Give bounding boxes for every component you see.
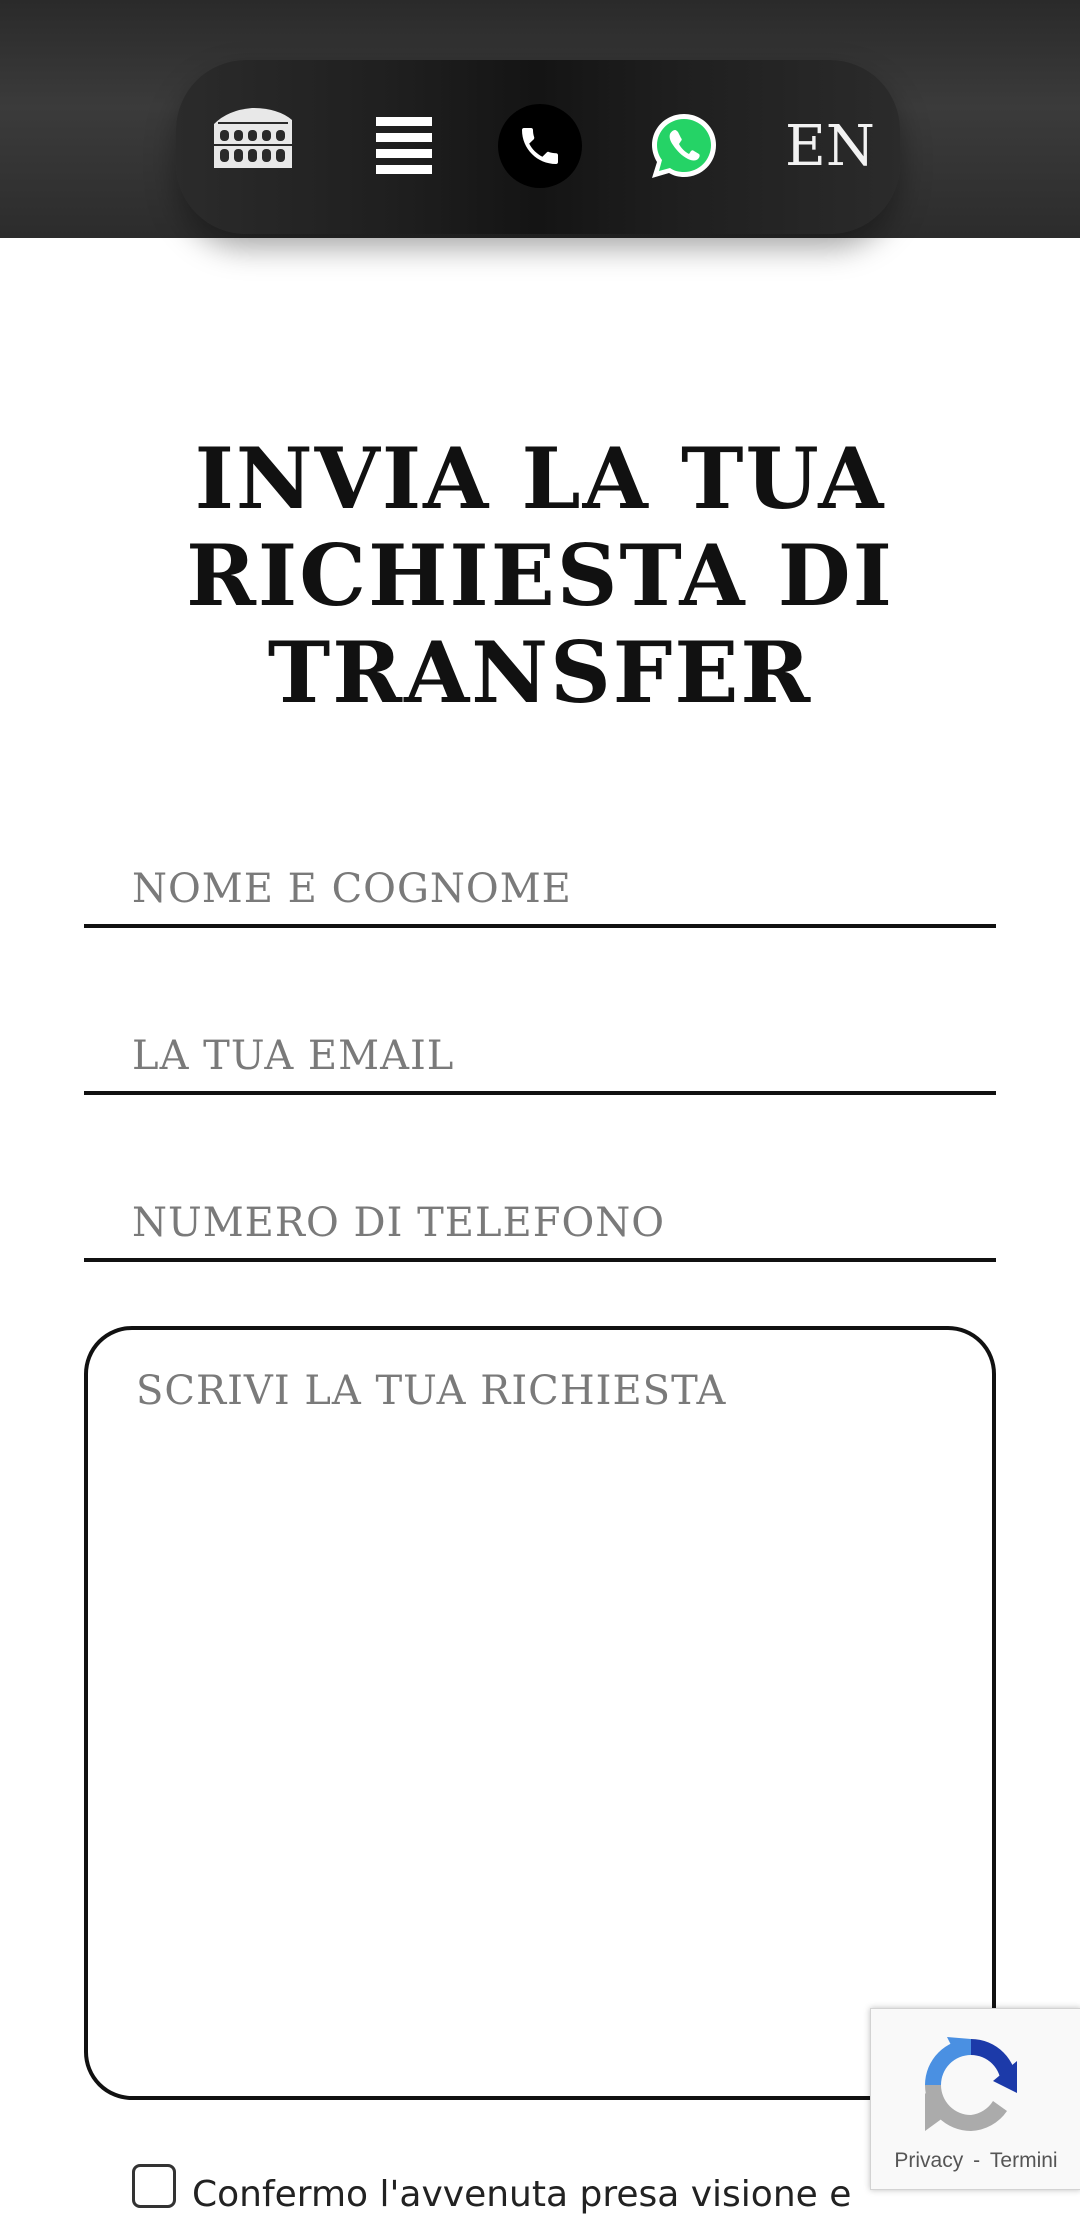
recaptcha-terms-link[interactable]: Termini: [990, 2149, 1058, 2172]
whatsapp-icon: [652, 114, 716, 178]
language-switch[interactable]: EN: [780, 108, 880, 184]
phone-field: [84, 1188, 996, 1262]
consent-label: Confermo l'avvenuta presa visione e: [192, 2174, 852, 2215]
recaptcha-privacy-link[interactable]: Privacy: [894, 2149, 963, 2172]
name-input[interactable]: [84, 854, 996, 924]
message-textarea[interactable]: [88, 1330, 992, 2096]
call-button[interactable]: [498, 104, 582, 188]
whatsapp-button[interactable]: [648, 110, 720, 182]
email-input[interactable]: [84, 1021, 996, 1091]
menu-button[interactable]: [372, 112, 436, 178]
recaptcha-icon: [925, 2037, 1017, 2131]
recaptcha-links: Privacy - Termini: [871, 2149, 1080, 2173]
consent-row: Confermo l'avvenuta presa visione e: [132, 2164, 892, 2219]
email-field: [84, 1021, 996, 1095]
hamburger-icon: [376, 117, 432, 174]
phone-icon: [522, 128, 558, 164]
name-field: [84, 854, 996, 928]
recaptcha-separator: -: [973, 2149, 981, 2172]
colosseum-logo-icon[interactable]: [208, 102, 296, 174]
message-field: [84, 1326, 996, 2100]
phone-input[interactable]: [84, 1188, 996, 1258]
recaptcha-badge[interactable]: Privacy - Termini: [870, 2008, 1080, 2190]
consent-checkbox[interactable]: [132, 2164, 176, 2208]
page-title: INVIA LA TUA RICHIESTA DI TRANSFER: [186, 429, 894, 722]
